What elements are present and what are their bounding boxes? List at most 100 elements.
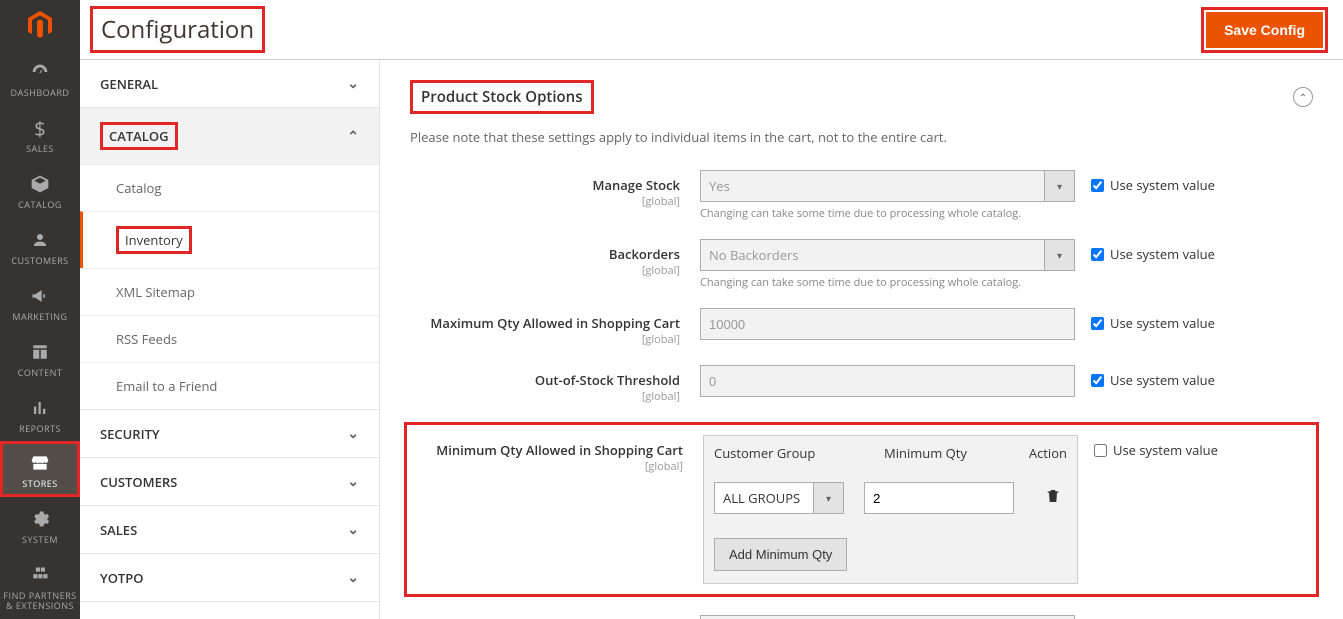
nav-partners[interactable]: FIND PARTNERS & EXTENSIONS — [0, 553, 80, 619]
sidebar-head-yotpo[interactable]: YOTPO ⌄ — [80, 554, 379, 601]
nav-label: SYSTEM — [22, 535, 58, 545]
nav-label: SALES — [26, 144, 54, 154]
use-system-backorders: Use system value — [1075, 239, 1215, 263]
sidebar-section-general: GENERAL ⌄ — [80, 60, 379, 108]
nav-label: FIND PARTNERS & EXTENSIONS — [0, 591, 80, 611]
min-qty-row: ALL GROUPS ▾ — [704, 470, 1077, 526]
trash-icon[interactable] — [1045, 487, 1061, 509]
input-notify-qty[interactable] — [700, 615, 1075, 619]
use-system-label: Use system value — [1110, 245, 1215, 263]
select-customer-group[interactable]: ALL GROUPS ▾ — [714, 482, 844, 514]
collapse-icon[interactable]: ⌃ — [1293, 87, 1313, 107]
nav-dashboard[interactable]: DASHBOARD — [0, 50, 80, 106]
sidebar-section-security: SECURITY ⌄ — [80, 410, 379, 458]
sidebar-item-inventory[interactable]: Inventory — [80, 211, 379, 268]
sidebar-head-general[interactable]: GENERAL ⌄ — [80, 60, 379, 107]
row-max-qty: Maximum Qty Allowed in Shopping Cart [gl… — [410, 308, 1313, 347]
sidebar-head-catalog[interactable]: CATALOG ⌃ — [80, 108, 379, 164]
nav-reports[interactable]: REPORTS — [0, 386, 80, 442]
checkbox-use-system[interactable] — [1094, 444, 1107, 457]
control-out-of-stock — [700, 365, 1075, 397]
sidebar-title: GENERAL — [100, 75, 158, 93]
add-min-qty-button[interactable]: Add Minimum Qty — [714, 538, 847, 571]
hint-manage-stock: Changing can take some time due to proce… — [700, 206, 1075, 221]
main-area: Configuration Save Config GENERAL ⌄ CATA… — [80, 0, 1343, 619]
page-header: Configuration Save Config — [80, 0, 1343, 60]
input-min-qty-wrap — [864, 482, 1014, 514]
nav-label: REPORTS — [19, 424, 61, 434]
layout-icon — [28, 340, 52, 364]
nav-label: CUSTOMERS — [11, 256, 68, 266]
chevron-down-icon: ▾ — [814, 482, 844, 514]
admin-nav: DASHBOARD $ SALES CATALOG CUSTOMERS MARK… — [0, 0, 80, 619]
chevron-down-icon: ⌄ — [347, 424, 359, 443]
sidebar-item-rss-feeds[interactable]: RSS Feeds — [80, 315, 379, 362]
nav-marketing[interactable]: MARKETING — [0, 274, 80, 330]
sidebar-children-catalog: Catalog Inventory XML Sitemap RSS Feeds … — [80, 164, 379, 409]
chevron-down-icon: ⌄ — [347, 472, 359, 491]
chevron-down-icon: ⌄ — [347, 74, 359, 93]
box-icon — [28, 172, 52, 196]
sidebar-section-yotpo: YOTPO ⌄ — [80, 554, 379, 602]
use-system-out-of-stock: Use system value — [1075, 365, 1215, 389]
chevron-down-icon: ⌄ — [347, 568, 359, 587]
checkbox-use-system[interactable] — [1091, 317, 1104, 330]
nav-label: CATALOG — [18, 200, 62, 210]
use-system-manage-stock: Use system value — [1075, 170, 1215, 194]
sidebar-title: CATALOG — [100, 122, 178, 150]
sidebar-section-sales: SALES ⌄ — [80, 506, 379, 554]
form-area: Product Stock Options ⌃ Please note that… — [380, 60, 1343, 619]
sidebar-title: CUSTOMERS — [100, 473, 177, 491]
control-manage-stock: Yes ▾ Changing can take some time due to… — [700, 170, 1075, 221]
row-backorders: Backorders [global] No Backorders ▾ Chan… — [410, 239, 1313, 290]
input-out-of-stock[interactable] — [700, 365, 1075, 397]
col-action: Action — [997, 444, 1067, 462]
section-title-row: Product Stock Options ⌃ — [410, 80, 1313, 114]
min-qty-table: Customer Group Minimum Qty Action ALL GR… — [703, 435, 1078, 584]
sidebar-item-catalog[interactable]: Catalog — [80, 164, 379, 211]
sidebar-section-catalog: CATALOG ⌃ Catalog Inventory XML Sitemap … — [80, 108, 379, 410]
select-backorders[interactable]: No Backorders ▾ — [700, 239, 1075, 271]
nav-label: STORES — [22, 479, 57, 489]
sidebar-item-email-friend[interactable]: Email to a Friend — [80, 362, 379, 409]
checkbox-use-system[interactable] — [1091, 374, 1104, 387]
sidebar-item-xml-sitemap[interactable]: XML Sitemap — [80, 268, 379, 315]
sidebar-title: YOTPO — [100, 569, 144, 587]
label-backorders: Backorders [global] — [410, 239, 700, 278]
save-config-button[interactable]: Save Config — [1206, 12, 1323, 48]
checkbox-use-system[interactable] — [1091, 248, 1104, 261]
nav-catalog[interactable]: CATALOG — [0, 162, 80, 218]
label-out-of-stock: Out-of-Stock Threshold [global] — [410, 365, 700, 404]
nav-customers[interactable]: CUSTOMERS — [0, 218, 80, 274]
nav-system[interactable]: SYSTEM — [0, 497, 80, 553]
nav-label: MARKETING — [12, 312, 67, 322]
nav-stores[interactable]: STORES — [0, 441, 80, 497]
nav-content[interactable]: CONTENT — [0, 330, 80, 386]
use-system-label: Use system value — [1113, 441, 1218, 459]
sidebar-section-customers: CUSTOMERS ⌄ — [80, 458, 379, 506]
dashboard-icon — [28, 60, 52, 84]
checkbox-use-system[interactable] — [1091, 179, 1104, 192]
sidebar-head-security[interactable]: SECURITY ⌄ — [80, 410, 379, 457]
select-manage-stock[interactable]: Yes ▾ — [700, 170, 1075, 202]
nav-sales[interactable]: $ SALES — [0, 106, 80, 162]
input-max-qty[interactable] — [700, 308, 1075, 340]
sidebar-head-sales[interactable]: SALES ⌄ — [80, 506, 379, 553]
min-qty-action — [1014, 487, 1067, 509]
label-notify-qty: Notify for Quantity Below [global] — [410, 615, 700, 619]
sidebar-title: SALES — [100, 521, 137, 539]
store-icon — [28, 451, 52, 475]
sidebar-head-customers[interactable]: CUSTOMERS ⌄ — [80, 458, 379, 505]
dollar-icon: $ — [28, 116, 52, 140]
use-system-label: Use system value — [1110, 176, 1215, 194]
megaphone-icon — [28, 284, 52, 308]
section-note: Please note that these settings apply to… — [410, 128, 1313, 146]
control-notify-qty — [700, 615, 1075, 619]
boxes-icon — [28, 563, 52, 587]
use-system-label: Use system value — [1110, 371, 1215, 389]
control-backorders: No Backorders ▾ Changing can take some t… — [700, 239, 1075, 290]
input-min-qty[interactable] — [864, 482, 1014, 514]
person-icon — [28, 228, 52, 252]
min-qty-header: Customer Group Minimum Qty Action — [704, 436, 1077, 470]
magento-logo[interactable] — [0, 0, 80, 50]
